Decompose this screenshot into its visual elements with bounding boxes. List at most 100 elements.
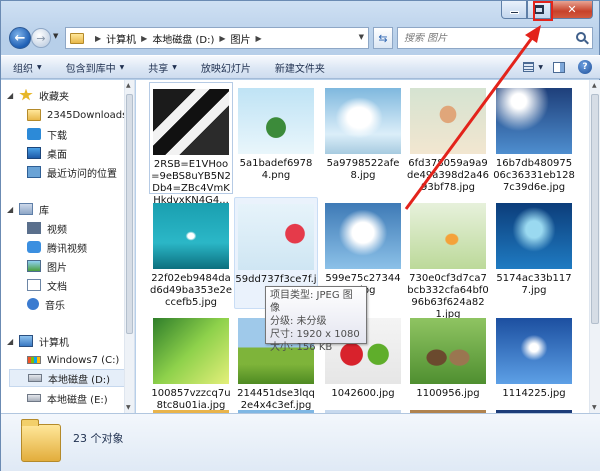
annotation-highlight-box — [533, 1, 553, 21]
breadcrumb-pictures[interactable]: 图片 — [231, 31, 251, 46]
file-name: 1100956.jpg — [416, 388, 480, 399]
content-scroll-thumb[interactable] — [591, 94, 599, 324]
navigation-pane: ◢ 收藏夹 2345Downloads 下载 桌面 最近访问的位置 ◢ 库 视频 腾… — [1, 80, 135, 413]
file-name: 5174ac33b1177.jpg — [496, 273, 572, 296]
file-item[interactable]: 730e0cf3d7ca7bcb332cfa64bf096b63f624a821… — [406, 197, 490, 320]
breadcrumb: ▶ 计算机 ▶ 本地磁盘 (D:) ▶ 图片 ▶ — [90, 31, 267, 46]
file-name: 5a1badef69784.png — [239, 158, 313, 181]
pictures-library-icon — [27, 260, 41, 272]
search-box — [397, 27, 593, 49]
slideshow-button[interactable]: 放映幻灯片 — [201, 60, 251, 75]
search-icon[interactable] — [576, 32, 586, 42]
forward-button[interactable]: → — [31, 28, 51, 48]
scroll-up-icon[interactable]: ▲ — [126, 82, 131, 89]
nav-item-2345downloads[interactable]: 2345Downloads — [27, 106, 127, 124]
image-thumbnail — [496, 318, 572, 384]
nav-computer-label: 计算机 — [39, 337, 69, 349]
file-name: 100857vzzcq7u8tc8u01ia.jpg — [151, 388, 231, 411]
close-button[interactable]: ✕ — [551, 1, 593, 19]
scroll-up-icon[interactable]: ▲ — [592, 82, 597, 89]
toolbar-right: ▼ ? — [517, 58, 595, 76]
nav-item-tencent-video[interactable]: 腾讯视频 — [27, 238, 87, 256]
video-library-icon — [27, 222, 41, 234]
tooltip-size: 大小: 156 KB — [270, 342, 333, 353]
nav-item-desktop[interactable]: 桌面 — [27, 144, 67, 162]
nav-libraries[interactable]: ◢ 库 — [7, 200, 49, 218]
nav-item-videos[interactable]: 视频 — [27, 219, 67, 237]
nav-item-label: 腾讯视频 — [47, 243, 87, 255]
file-item[interactable]: 1100956.jpg — [406, 312, 490, 413]
nav-item-downloads[interactable]: 下载 — [27, 125, 67, 143]
expand-icon[interactable]: ◢ — [7, 205, 15, 214]
new-folder-button[interactable]: 新建文件夹 — [275, 60, 325, 75]
file-item[interactable]: 16b7db48097506c36331eb1287c39d6e.jpg — [492, 82, 576, 194]
expand-icon[interactable]: ◢ — [7, 337, 15, 346]
nav-scroll-thumb[interactable] — [126, 94, 133, 334]
search-input[interactable] — [404, 32, 564, 44]
change-view-button[interactable]: ▼ — [523, 58, 543, 76]
chevron-right-icon: ▶ — [141, 33, 148, 43]
downloads-icon — [27, 128, 41, 140]
image-thumbnail — [153, 203, 229, 269]
expand-icon[interactable]: ◢ — [7, 91, 15, 100]
address-bar[interactable]: ▶ 计算机 ▶ 本地磁盘 (D:) ▶ 图片 ▶ ▼ — [65, 27, 369, 49]
file-item[interactable]: 5a1badef69784.png — [234, 82, 318, 194]
file-item[interactable]: 6fd378059a9a9de49a398d2a4693bf78.jpg — [406, 82, 490, 194]
organize-button[interactable]: 组织 ▼ — [13, 60, 42, 75]
preview-pane-button[interactable] — [549, 58, 569, 76]
nav-item-music[interactable]: 音乐 — [27, 295, 65, 313]
tooltip-type: 项目类型: JPEG 图像 — [270, 290, 353, 314]
nav-item-drive-c[interactable]: Windows7 (C:) — [27, 351, 119, 369]
image-thumbnail — [238, 204, 314, 270]
nav-favorites[interactable]: ◢ 收藏夹 — [7, 86, 69, 104]
back-arrow-icon: ← — [14, 30, 26, 46]
tooltip-dimensions: 尺寸: 1920 x 1080 — [270, 329, 360, 340]
file-name: 16b7db48097506c36331eb1287c39d6e.jpg — [493, 158, 575, 193]
share-button[interactable]: 共享 ▼ — [148, 60, 177, 75]
desktop-icon — [27, 147, 41, 159]
nav-item-documents[interactable]: 文档 — [27, 276, 67, 294]
nav-item-label: 2345Downloads — [47, 109, 128, 121]
help-button[interactable]: ? — [575, 58, 595, 76]
windows-drive-icon — [27, 356, 41, 364]
file-item[interactable]: 22f02eb9484dad6d49ba353e2eccefb5.jpg — [149, 197, 233, 309]
nav-computer[interactable]: ◢ 计算机 — [7, 332, 69, 350]
recent-pages-dropdown[interactable]: ▼ — [53, 32, 58, 40]
file-item[interactable]: 5a9798522afe8.jpg — [321, 82, 405, 194]
file-name: 1042600.jpg — [331, 388, 395, 399]
forward-arrow-icon: → — [36, 31, 46, 45]
nav-item-label: 最近访问的位置 — [47, 168, 117, 180]
file-info-tooltip: 项目类型: JPEG 图像 分级: 未分级 尺寸: 1920 x 1080 大小… — [265, 286, 367, 353]
share-label: 共享 — [148, 63, 169, 75]
file-item[interactable]: 2RSB=E1VHoo=9eBS8uYB5N2Db4=ZBc4VmKHkdvxK… — [149, 82, 233, 206]
file-item[interactable]: 1114225.jpg — [492, 312, 576, 413]
content-scrollbar[interactable]: ▲ ▼ — [589, 80, 600, 413]
nav-item-drive-e[interactable]: 本地磁盘 (E:) — [27, 389, 108, 407]
nav-item-pictures[interactable]: 图片 — [27, 257, 67, 275]
chevron-right-icon: ▶ — [219, 33, 226, 43]
back-button[interactable]: ← — [9, 27, 31, 49]
new-folder-label: 新建文件夹 — [274, 63, 325, 75]
recent-places-icon — [27, 166, 41, 178]
nav-favorites-label: 收藏夹 — [39, 91, 69, 103]
file-item[interactable]: 5174ac33b1177.jpg — [492, 197, 576, 309]
file-name: 22f02eb9484dad6d49ba353e2eccefb5.jpg — [150, 273, 233, 308]
image-thumbnail — [325, 88, 401, 154]
organize-label: 组织 — [13, 63, 33, 75]
image-thumbnail — [325, 203, 401, 269]
view-icon — [523, 62, 535, 72]
include-in-library-button[interactable]: 包含到库中 ▼ — [66, 60, 125, 75]
nav-item-drive-d[interactable]: 本地磁盘 (D:) — [9, 369, 129, 387]
nav-scrollbar[interactable]: ▲ ▼ — [124, 80, 134, 413]
file-name: 6fd378059a9a9de49a398d2a4693bf78.jpg — [407, 158, 490, 193]
breadcrumb-drive-d[interactable]: 本地磁盘 (D:) — [152, 31, 214, 46]
scroll-down-icon[interactable]: ▼ — [592, 404, 597, 411]
tooltip-rating: 分级: 未分级 — [270, 316, 327, 327]
address-dropdown-icon[interactable]: ▼ — [359, 33, 364, 41]
nav-item-recent[interactable]: 最近访问的位置 — [27, 163, 117, 181]
scroll-down-icon[interactable]: ▼ — [126, 404, 131, 411]
refresh-button[interactable]: ⇆ — [373, 27, 393, 49]
file-item[interactable]: 100857vzzcq7u8tc8u01ia.jpg — [149, 312, 233, 413]
breadcrumb-computer[interactable]: 计算机 — [106, 31, 136, 46]
minimize-button[interactable] — [501, 1, 527, 19]
